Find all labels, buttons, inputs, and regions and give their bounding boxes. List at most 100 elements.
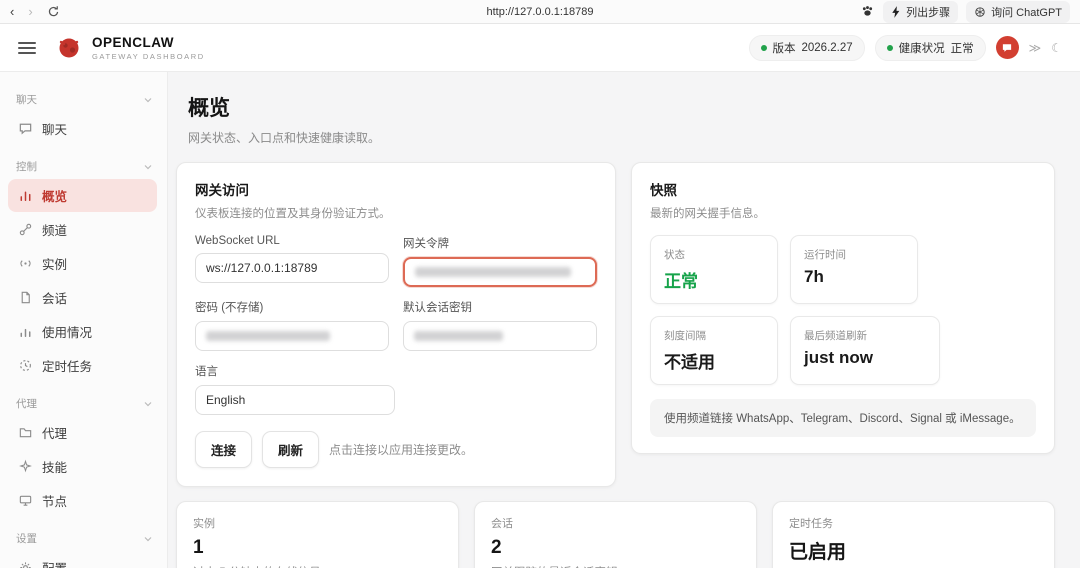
password-input[interactable] <box>195 321 389 351</box>
chevron-down-icon <box>144 164 152 169</box>
sidebar-item-cron[interactable]: 定时任务 <box>8 349 157 382</box>
brand-name: OPENCLAW <box>92 34 175 50</box>
sidebar-item-chat[interactable]: 聊天 <box>8 112 157 145</box>
tile-value: 不适用 <box>664 353 715 372</box>
stat-value: 2 <box>491 537 502 558</box>
stat-value: 已启用 <box>789 542 847 563</box>
reload-icon[interactable] <box>47 5 60 18</box>
sidebar-item-nodes[interactable]: 节点 <box>8 484 157 517</box>
connect-button[interactable]: 连接 <box>195 431 253 468</box>
session-key-input[interactable] <box>403 321 597 351</box>
websocket-url-input[interactable] <box>195 253 389 283</box>
sidebar-item-label: 配置 <box>42 558 67 568</box>
brand-subtitle: GATEWAY DASHBOARD <box>92 51 205 61</box>
channels-note: 使用频道链接 WhatsApp、Telegram、Discord、Signal … <box>650 399 1036 437</box>
menu-icon[interactable] <box>18 41 36 54</box>
ask-chatgpt-button[interactable]: 询问 ChatGPT <box>966 0 1070 23</box>
sidebar-section-settings[interactable]: 设置 <box>0 525 167 550</box>
page-title: 概览 <box>188 97 230 120</box>
section-title: 聊天 <box>16 94 37 106</box>
sidebar-item-overview[interactable]: 概览 <box>8 179 157 212</box>
language-label: 语言 <box>195 366 218 378</box>
version-badge: 版本 2026.2.27 <box>748 34 865 61</box>
sidebar-item-config[interactable]: 配置 <box>8 551 157 568</box>
tile-label: 最后频道刷新 <box>804 330 867 342</box>
tile-value: 7h <box>804 267 824 286</box>
section-title: 代理 <box>16 398 37 410</box>
sidebar-item-label: 聊天 <box>42 123 68 137</box>
sidebar-section-agents[interactable]: 代理 <box>0 390 167 415</box>
claw-extension-icon[interactable] <box>860 4 875 19</box>
main-content: 概览 网关状态、入口点和快速健康读取。 网关访问 仪表板连接的位置及其身份验证方… <box>168 72 1080 568</box>
green-dot-icon <box>760 44 767 51</box>
sidebar-item-label: 频道 <box>42 224 68 238</box>
gateway-access-title: 网关访问 <box>195 183 249 198</box>
list-steps-button[interactable]: 列出步骤 <box>883 0 959 23</box>
sidebar-section-chat[interactable]: 聊天 <box>0 86 167 111</box>
connect-hint: 点击连接以应用连接更改。 <box>329 443 474 457</box>
password-label: 密码 (不存储) <box>195 302 264 314</box>
gear-icon <box>20 562 31 568</box>
bar-chart-icon <box>20 191 31 201</box>
sidebar-item-channels[interactable]: 频道 <box>8 213 157 246</box>
gateway-access-card: 网关访问 仪表板连接的位置及其身份验证方式。 WebSocket URL 网关令… <box>176 162 616 487</box>
sidebar-item-label: 使用情况 <box>42 326 93 340</box>
green-dot-icon <box>886 44 893 51</box>
sidebar-item-skills[interactable]: 技能 <box>8 450 157 483</box>
chatgpt-icon <box>975 6 985 17</box>
gateway-token-input[interactable] <box>403 257 597 287</box>
browser-bar: ‹ › http://127.0.0.1:18789 列出步骤 询问 ChatG… <box>0 0 1080 24</box>
double-chevron-icon[interactable]: ≫ <box>1029 41 1042 55</box>
cron-stat-card: 定时任务 已启用 下次唤醒 n/a <box>772 501 1055 568</box>
chevron-down-icon <box>144 401 152 406</box>
lightning-icon <box>892 5 900 18</box>
usage-chart-icon <box>20 328 31 337</box>
sidebar-section-control[interactable]: 控制 <box>0 153 167 178</box>
dotted-clock-icon <box>20 360 31 371</box>
gateway-token-label: 网关令牌 <box>403 238 449 250</box>
section-title: 设置 <box>16 533 37 545</box>
sidebar-item-label: 技能 <box>42 461 68 475</box>
sidebar-item-sessions[interactable]: 会话 <box>8 281 157 314</box>
stat-label: 会话 <box>491 518 513 530</box>
sparkle-icon <box>19 459 32 473</box>
redacted-password-value <box>206 331 330 341</box>
sidebar-item-label: 概览 <box>42 190 68 204</box>
uptime-tile: 运行时间 7h <box>790 235 918 304</box>
chevron-down-icon <box>144 536 152 541</box>
forward-icon[interactable]: › <box>28 5 32 18</box>
sidebar-item-agents[interactable]: 代理 <box>8 416 157 449</box>
chat-status-button[interactable] <box>995 36 1019 59</box>
moon-icon[interactable]: ☾ <box>1051 41 1062 55</box>
sidebar-item-instances[interactable]: 实例 <box>8 247 157 280</box>
instances-stat-card: 实例 1 过去 5 分钟内的在线信号。 <box>176 501 459 568</box>
ask-chatgpt-label: 询问 ChatGPT <box>991 6 1062 19</box>
stat-description: 网关跟踪的最近会话密钥。 <box>491 564 740 568</box>
redacted-session-key-value <box>414 331 504 341</box>
tile-label: 运行时间 <box>804 249 846 261</box>
health-value: 正常 <box>950 42 974 55</box>
sidebar-item-label: 实例 <box>42 258 68 272</box>
app-header: OPENCLAW GATEWAY DASHBOARD 版本 2026.2.27 … <box>0 24 1080 72</box>
stat-label: 实例 <box>193 518 215 530</box>
sidebar-item-label: 代理 <box>42 427 68 441</box>
section-title: 控制 <box>16 161 37 173</box>
back-icon[interactable]: ‹ <box>10 5 14 18</box>
signal-waves-icon <box>20 260 31 267</box>
address-bar[interactable]: http://127.0.0.1:18789 <box>486 6 593 18</box>
status-tile: 状态 正常 <box>650 235 778 304</box>
sidebar-item-usage[interactable]: 使用情况 <box>8 315 157 348</box>
version-label: 版本 <box>772 42 796 55</box>
refresh-button[interactable]: 刷新 <box>262 431 320 468</box>
tick-interval-tile: 刻度间隔 不适用 <box>650 316 778 385</box>
redacted-token-value <box>415 267 572 277</box>
brand: OPENCLAW GATEWAY DASHBOARD <box>56 35 205 61</box>
openclaw-logo <box>59 38 79 57</box>
snapshot-title: 快照 <box>650 183 677 198</box>
snapshot-card: 快照 最新的网关握手信息。 状态 正常 运行时间 7h 刻度间隔 不适用 最后频… <box>631 162 1055 454</box>
chat-icon <box>19 123 32 135</box>
sidebar: 聊天 聊天 控制 概览 频道 实例 会话 使用情况 定时任务 代理 代理 技能 … <box>0 72 168 568</box>
language-select[interactable]: English <box>195 385 395 415</box>
sidebar-item-label: 定时任务 <box>42 360 93 374</box>
snapshot-description: 最新的网关握手信息。 <box>650 208 765 220</box>
